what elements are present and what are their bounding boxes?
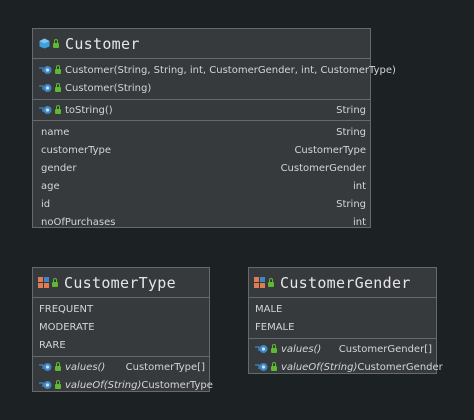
- public-lock-icon: [268, 277, 274, 287]
- member-type: CustomerType[]: [125, 361, 205, 373]
- member-name: valueOf(String): [281, 361, 358, 373]
- enum-title: CustomerGender: [280, 273, 411, 292]
- public-lock-icon: [53, 38, 59, 48]
- enum-constant-row[interactable]: MODERATE: [33, 318, 209, 336]
- public-lock-icon: [55, 362, 61, 371]
- enum-constant-row[interactable]: FREQUENT: [33, 300, 209, 318]
- enum-constant-row[interactable]: RARE: [33, 336, 209, 354]
- constructor-row[interactable]: Customer(String): [33, 79, 370, 97]
- member-type: CustomerGender: [357, 361, 443, 373]
- member-name: toString(): [65, 104, 113, 116]
- enum-header: CustomerType: [33, 268, 209, 297]
- public-lock-icon: [52, 277, 58, 287]
- field-name: gender: [41, 162, 77, 174]
- enum-icon: [254, 277, 265, 288]
- enum-constant: FREQUENT: [39, 303, 94, 315]
- enum-constant: FEMALE: [255, 321, 295, 333]
- member-type: CustomerGender[]: [338, 343, 432, 355]
- field-type: int: [352, 180, 366, 192]
- member-name: valueOf(String): [65, 379, 142, 391]
- member-type: String: [336, 104, 366, 116]
- enum-constant: MALE: [255, 303, 283, 315]
- enum-icon: [38, 277, 49, 288]
- class-icon: [39, 38, 50, 49]
- method-row[interactable]: valueOf(String) CustomerGender: [249, 358, 443, 376]
- method-icon: [255, 344, 268, 354]
- field-name: name: [41, 126, 70, 138]
- field-row[interactable]: name String: [33, 123, 370, 141]
- field-name: age: [41, 180, 60, 192]
- field-type: String: [336, 198, 366, 210]
- method-icon: [39, 83, 52, 93]
- public-lock-icon: [271, 344, 277, 353]
- constructor-row[interactable]: Customer(String, String, int, CustomerGe…: [33, 61, 396, 79]
- enum-constant: MODERATE: [39, 321, 95, 333]
- public-lock-icon: [55, 380, 61, 389]
- method-icon: [39, 380, 52, 390]
- method-row[interactable]: values() CustomerType[]: [33, 358, 209, 376]
- member-type: CustomerType: [141, 379, 213, 391]
- field-type: String: [336, 126, 366, 138]
- method-icon: [255, 362, 268, 372]
- field-name: id: [41, 198, 51, 210]
- member-name: Customer(String): [65, 82, 152, 94]
- enum-constant-row[interactable]: FEMALE: [249, 318, 436, 336]
- enum-header: CustomerGender: [249, 268, 436, 297]
- enum-constant-row[interactable]: MALE: [249, 300, 436, 318]
- field-type: CustomerGender: [280, 162, 366, 174]
- customergender-enum-box[interactable]: CustomerGender MALE FEMALE values() Cust…: [248, 267, 443, 376]
- method-row[interactable]: valueOf(String) CustomerType: [33, 376, 213, 394]
- method-row[interactable]: toString() String: [33, 101, 370, 119]
- field-name: customerType: [41, 144, 112, 156]
- field-row[interactable]: gender CustomerGender: [33, 159, 370, 177]
- field-type: int: [352, 216, 366, 228]
- method-row[interactable]: values() CustomerGender[]: [249, 340, 436, 358]
- customer-class-box[interactable]: Customer Customer(String, String, int, C…: [32, 28, 396, 231]
- field-row[interactable]: age int: [33, 177, 370, 195]
- field-type: CustomerType: [294, 144, 366, 156]
- member-name: Customer(String, String, int, CustomerGe…: [65, 64, 396, 76]
- customer-class-header: Customer: [33, 29, 370, 58]
- method-icon: [39, 65, 52, 75]
- public-lock-icon: [55, 83, 61, 92]
- field-row[interactable]: noOfPurchases int: [33, 213, 370, 231]
- field-name: noOfPurchases: [41, 216, 116, 228]
- public-lock-icon: [271, 362, 277, 371]
- enum-title: CustomerType: [64, 273, 176, 292]
- field-row[interactable]: id String: [33, 195, 370, 213]
- method-icon: [39, 105, 52, 115]
- field-row[interactable]: customerType CustomerType: [33, 141, 370, 159]
- enum-constant: RARE: [39, 339, 66, 351]
- member-name: values(): [281, 343, 322, 355]
- class-title: Customer: [65, 34, 140, 53]
- member-name: values(): [65, 361, 106, 373]
- method-icon: [39, 362, 52, 372]
- public-lock-icon: [55, 105, 61, 114]
- public-lock-icon: [55, 65, 61, 74]
- customertype-enum-box[interactable]: CustomerType FREQUENT MODERATE RARE valu…: [32, 267, 213, 394]
